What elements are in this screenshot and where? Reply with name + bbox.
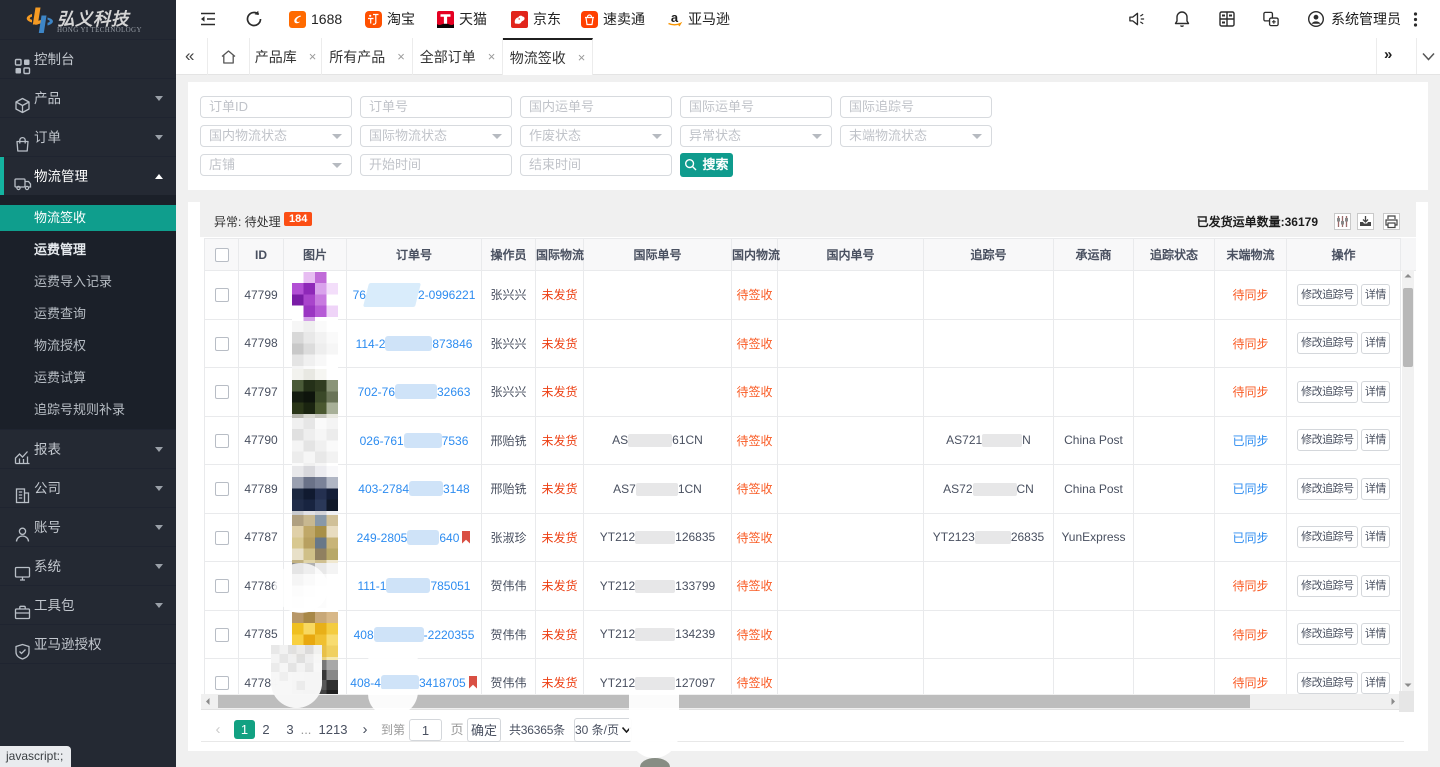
svg-text:a: a [671, 11, 679, 25]
